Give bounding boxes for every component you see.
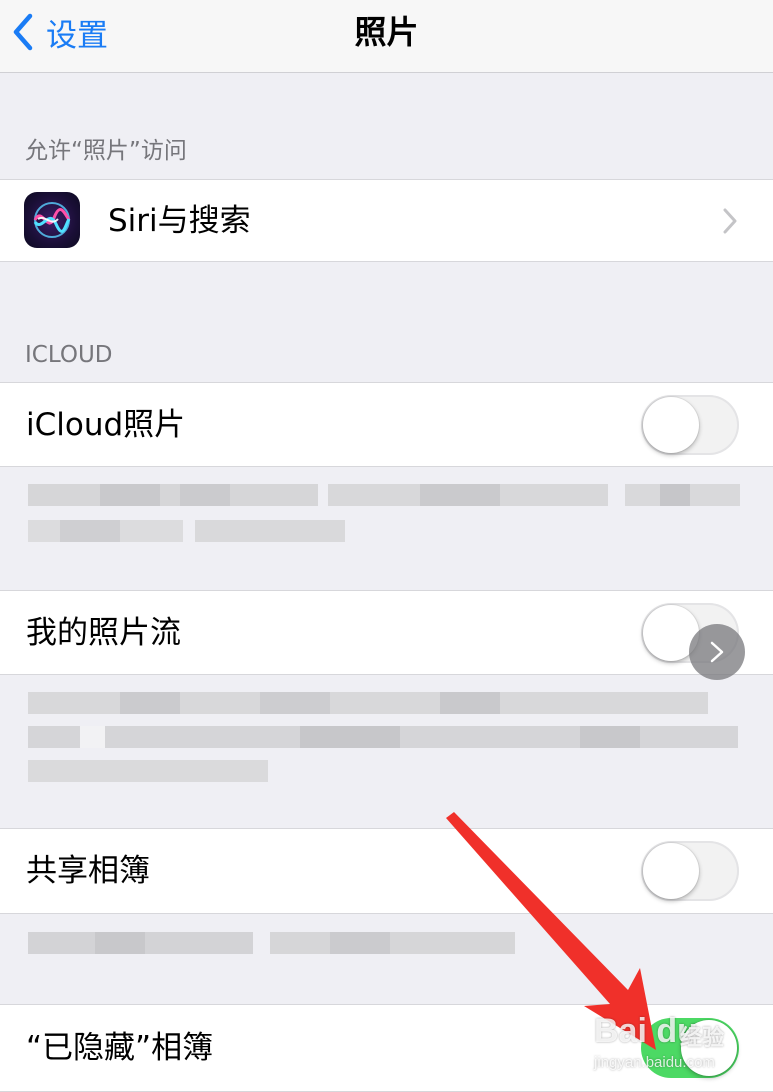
settings-row-icloud-photos: iCloud照片 <box>0 382 773 467</box>
settings-row-label: 共享相簿 <box>26 853 150 889</box>
settings-row-shared-albums: 共享相簿 <box>0 828 773 914</box>
siri-icon <box>24 192 80 248</box>
settings-row-my-photo-stream: 我的照片流 <box>0 590 773 675</box>
watermark-sub: 经验 <box>680 1025 725 1050</box>
blurred-footer-text <box>0 688 773 788</box>
page-title: 照片 <box>354 13 419 51</box>
shared-albums-toggle[interactable] <box>641 841 739 901</box>
settings-row-label: iCloud照片 <box>26 406 186 443</box>
section-header-allow-access: 允许“照片”访问 <box>25 138 187 164</box>
icloud-photos-toggle[interactable] <box>641 394 739 455</box>
floating-assistive-button[interactable] <box>689 624 745 680</box>
settings-row-siri[interactable]: Siri与搜索 <box>0 179 773 262</box>
baidu-watermark: Bai du 经验 jingyan.baidu.com <box>594 1012 744 1076</box>
chevron-right-icon <box>723 208 737 233</box>
watermark-url: jingyan.baidu.com <box>594 1054 715 1071</box>
toggle-knob <box>643 843 699 899</box>
toggle-knob <box>643 396 699 453</box>
settings-row-label: 我的照片流 <box>26 614 181 651</box>
chevron-right-icon <box>710 641 724 663</box>
section-header-icloud: ICLOUD <box>25 342 113 368</box>
blurred-footer-text <box>0 480 773 550</box>
navigation-bar: 设置 照片 <box>0 0 773 73</box>
settings-row-label: Siri与搜索 <box>108 202 251 239</box>
blurred-footer-text <box>0 928 773 960</box>
settings-row-label: “已隐藏”相簿 <box>26 1030 214 1066</box>
